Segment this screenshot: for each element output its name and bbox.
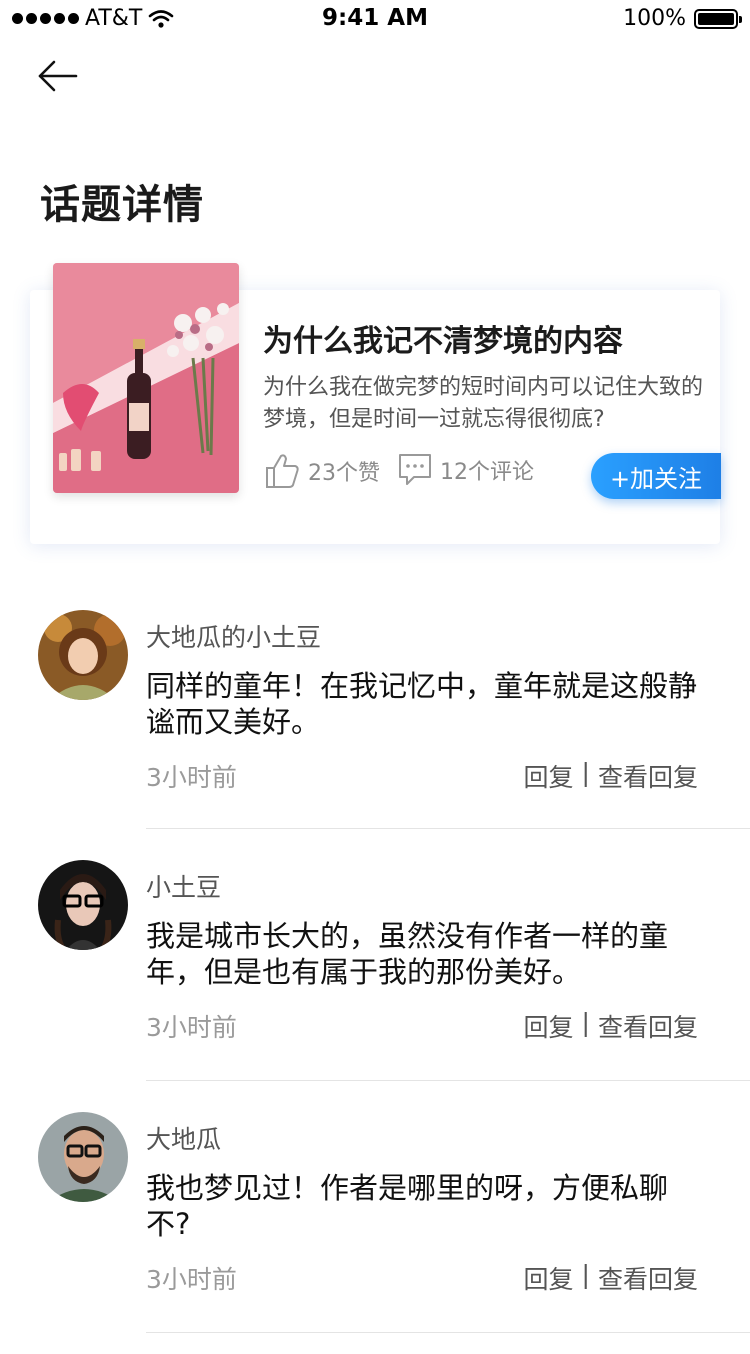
reply-button[interactable]: 回复	[524, 1260, 574, 1296]
like-count-label: 23个赞	[308, 461, 380, 486]
battery-status: 100%	[623, 6, 742, 31]
comment-actions: 回复 | 查看回复	[524, 758, 698, 794]
view-replies-button[interactable]: 查看回复	[598, 1008, 698, 1044]
status-bar: AT&T 9:41 AM 100%	[0, 0, 750, 40]
comment-time: 3小时前	[146, 1013, 237, 1042]
comment-text: 我是城市长大的，虽然没有作者一样的童年，但是也有属于我的那份美好。	[146, 919, 669, 989]
like-count[interactable]: 23个赞	[264, 452, 380, 490]
action-separator: |	[581, 758, 590, 787]
divider	[146, 1332, 750, 1333]
topic-image	[53, 263, 239, 493]
action-separator: |	[581, 1260, 590, 1289]
avatar[interactable]	[38, 610, 128, 700]
comment-author: 小土豆	[146, 873, 222, 902]
divider	[146, 1080, 750, 1081]
back-arrow-icon	[38, 60, 78, 92]
view-replies-button[interactable]: 查看回复	[598, 1260, 698, 1296]
reply-button[interactable]: 回复	[524, 758, 574, 794]
battery-icon	[694, 8, 742, 29]
comment-item: 大地瓜 我也梦见过！作者是哪里的呀，方便私聊不? 3小时前 回复 | 查看回复	[0, 1102, 750, 1354]
comment-time: 3小时前	[146, 1265, 237, 1294]
comment-text: 同样的童年！在我记忆中，童年就是这般静谧而又美好。	[146, 669, 698, 739]
action-separator: |	[581, 1008, 590, 1037]
topic-description: 为什么我在做完梦的短时间内可以记住大致的梦境，但是时间一过就忘得很彻底?	[263, 375, 704, 432]
avatar[interactable]	[38, 1112, 128, 1202]
comment-time: 3小时前	[146, 763, 237, 792]
page-title: 话题详情	[40, 182, 204, 228]
comment-count[interactable]: 12个评论	[398, 452, 534, 488]
comment-author: 大地瓜	[146, 1125, 222, 1154]
back-button[interactable]	[36, 56, 84, 96]
comment-actions: 回复 | 查看回复	[524, 1260, 698, 1296]
comment-author: 大地瓜的小土豆	[146, 623, 322, 652]
thumbs-up-icon	[266, 454, 299, 488]
comment-item: 大地瓜的小土豆 同样的童年！在我记忆中，童年就是这般静谧而又美好。 3小时前 回…	[0, 600, 750, 852]
comment-bubble-icon	[399, 454, 431, 485]
comment-actions: 回复 | 查看回复	[524, 1008, 698, 1044]
topic-title: 为什么我记不清梦境的内容	[263, 324, 623, 359]
battery-percent: 100%	[623, 6, 686, 31]
comment-text: 我也梦见过！作者是哪里的呀，方便私聊不?	[146, 1171, 669, 1241]
comment-count-label: 12个评论	[440, 460, 534, 485]
avatar[interactable]	[38, 860, 128, 950]
follow-button[interactable]: +加关注	[591, 453, 721, 499]
reply-button[interactable]: 回复	[524, 1008, 574, 1044]
comment-item: 小土豆 我是城市长大的，虽然没有作者一样的童年，但是也有属于我的那份美好。 3小…	[0, 850, 750, 1102]
view-replies-button[interactable]: 查看回复	[598, 758, 698, 794]
divider	[146, 828, 750, 829]
